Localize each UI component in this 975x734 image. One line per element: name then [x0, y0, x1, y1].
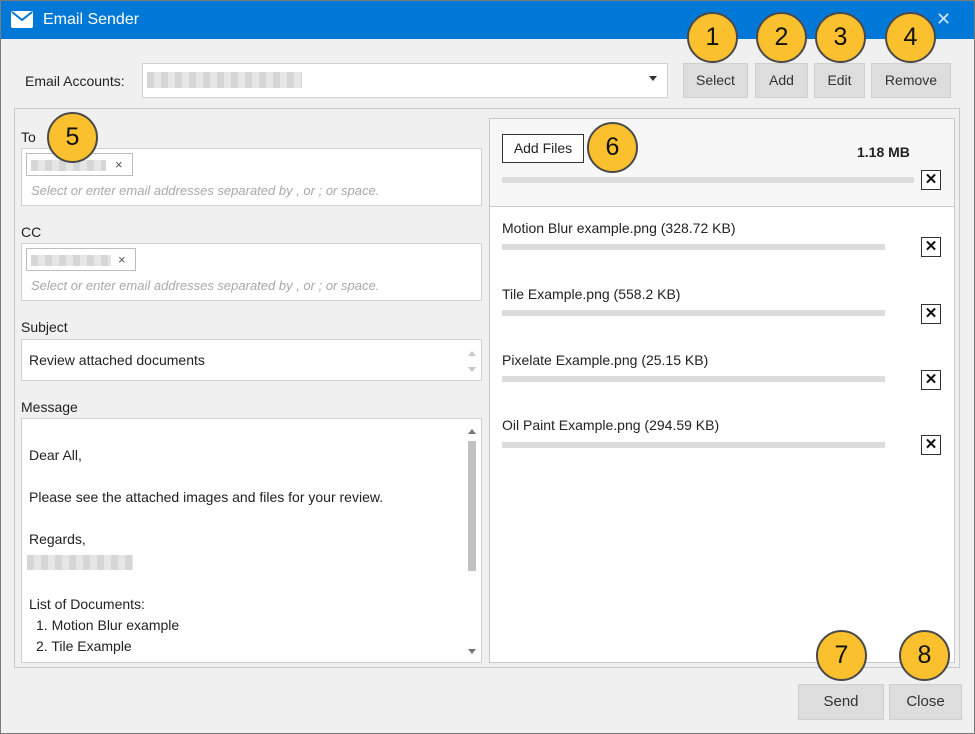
edit-account-button[interactable]: Edit — [814, 63, 865, 98]
total-size: 1.18 MB — [857, 144, 910, 160]
attachment-item: Oil Paint Example.png (294.59 KB) — [502, 417, 719, 433]
message-line: Regards, — [29, 531, 86, 547]
add-account-button[interactable]: Add — [755, 63, 808, 98]
attachments-panel: Add Files 1.18 MB ✕ Motion Blur example.… — [489, 118, 955, 663]
callout-badge: 4 — [885, 12, 936, 63]
message-line: List of Documents: — [29, 596, 145, 612]
attachments-header: Add Files 1.18 MB ✕ — [490, 119, 954, 207]
redacted-recipient — [31, 255, 111, 266]
callout-badge: 5 — [47, 112, 98, 163]
chevron-down-icon[interactable] — [649, 76, 657, 81]
window-title: Email Sender — [43, 11, 140, 28]
email-accounts-dropdown[interactable] — [142, 63, 668, 98]
callout-badge: 3 — [815, 12, 866, 63]
attachment-item: Tile Example.png (558.2 KB) — [502, 286, 680, 302]
message-line: Dear All, — [29, 447, 82, 463]
attachment-progress-bar — [502, 442, 885, 448]
recipient-chip[interactable]: × — [26, 248, 136, 271]
attachment-name: Tile Example.png — [502, 286, 610, 302]
remove-account-button[interactable]: Remove — [871, 63, 951, 98]
callout-badge: 6 — [587, 122, 638, 173]
subject-field[interactable]: Review attached documents — [21, 339, 482, 381]
clear-all-button[interactable]: ✕ — [921, 170, 941, 190]
remove-attachment-button[interactable]: ✕ — [921, 435, 941, 455]
attachment-progress-bar — [502, 376, 885, 382]
message-scrollbar[interactable] — [466, 423, 480, 661]
attachment-item: Pixelate Example.png (25.15 KB) — [502, 352, 708, 368]
envelope-icon — [11, 11, 33, 28]
callout-badge: 8 — [899, 630, 950, 681]
cc-label: CC — [21, 224, 42, 240]
message-label: Message — [21, 399, 78, 415]
remove-attachment-button[interactable]: ✕ — [921, 304, 941, 324]
remove-recipient-icon[interactable]: × — [118, 252, 126, 267]
message-body[interactable]: Dear All, Please see the attached images… — [21, 418, 482, 663]
scroll-down-icon[interactable] — [468, 649, 476, 654]
remove-attachment-button[interactable]: ✕ — [921, 370, 941, 390]
select-account-button[interactable]: Select — [683, 63, 748, 98]
remove-recipient-icon[interactable]: × — [115, 157, 123, 172]
message-line: Please see the attached images and files… — [29, 489, 384, 505]
attachment-size: (558.2 KB) — [613, 286, 681, 302]
attachment-name: Oil Paint Example.png — [502, 417, 641, 433]
callout-badge: 2 — [756, 12, 807, 63]
redacted-account — [147, 72, 302, 88]
attachment-progress-bar — [502, 244, 885, 250]
window-close-button[interactable]: ✕ — [936, 9, 951, 30]
attachment-size: (25.15 KB) — [641, 352, 709, 368]
redacted-signature — [27, 555, 133, 570]
callout-badge: 1 — [687, 12, 738, 63]
attachment-progress-bar — [502, 310, 885, 316]
attachment-size: (328.72 KB) — [660, 220, 736, 236]
add-files-button[interactable]: Add Files — [502, 134, 584, 163]
cc-field[interactable]: × Select or enter email addresses separa… — [21, 243, 482, 301]
remove-attachment-button[interactable]: ✕ — [921, 237, 941, 257]
scroll-down-icon[interactable] — [468, 367, 476, 372]
subject-value: Review attached documents — [29, 352, 205, 368]
scroll-thumb[interactable] — [468, 441, 476, 571]
message-line: 1. Motion Blur example — [36, 617, 180, 633]
close-button[interactable]: Close — [889, 684, 962, 720]
email-sender-window: Email Sender ✕ Email Accounts: Select Ad… — [0, 0, 975, 734]
attachment-name: Motion Blur example.png — [502, 220, 657, 236]
cc-placeholder: Select or enter email addresses separate… — [31, 278, 380, 293]
attachment-name: Pixelate Example.png — [502, 352, 638, 368]
attachment-item: Motion Blur example.png (328.72 KB) — [502, 220, 735, 236]
scroll-up-icon[interactable] — [468, 429, 476, 434]
attachment-size: (294.59 KB) — [644, 417, 720, 433]
email-accounts-label: Email Accounts: — [25, 73, 125, 89]
scroll-up-icon[interactable] — [468, 351, 476, 356]
send-button[interactable]: Send — [798, 684, 884, 720]
to-field[interactable]: × Select or enter email addresses separa… — [21, 148, 482, 206]
to-label: To — [21, 129, 36, 145]
to-placeholder: Select or enter email addresses separate… — [31, 183, 380, 198]
total-progress-bar — [502, 177, 914, 183]
message-line: 2. Tile Example — [36, 638, 132, 654]
callout-badge: 7 — [816, 630, 867, 681]
subject-label: Subject — [21, 319, 68, 335]
